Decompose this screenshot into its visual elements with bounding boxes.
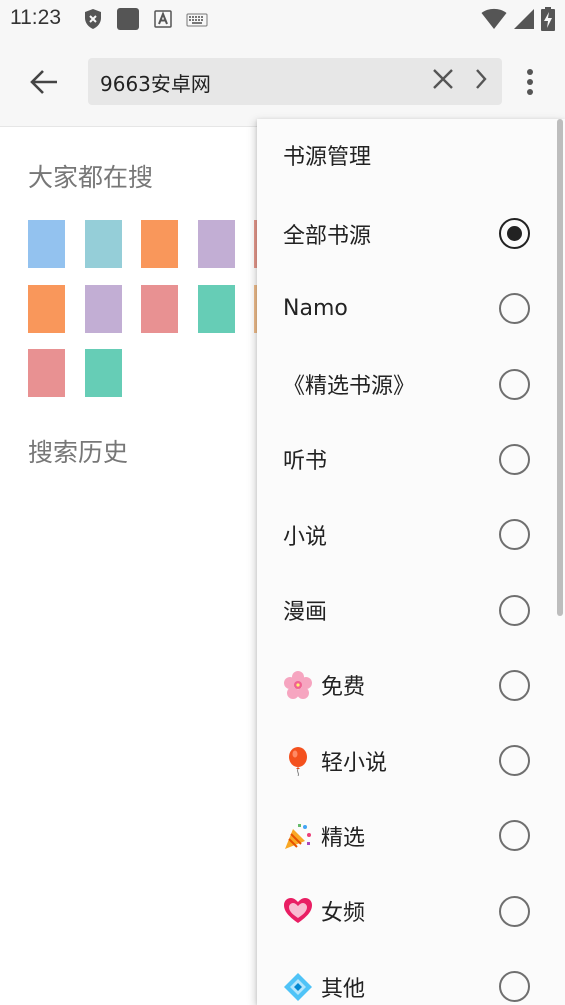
popular-search-tag[interactable] <box>141 285 178 333</box>
menu-item-label: 漫画 <box>283 573 327 648</box>
submit-search-button[interactable] <box>462 62 500 100</box>
menu-item-label: Namo <box>283 271 348 346</box>
popular-search-tag[interactable] <box>141 220 178 268</box>
top-app-bar <box>0 38 565 127</box>
status-bar: 11:23 <box>0 0 565 38</box>
menu-item-source[interactable]: 小说 <box>257 497 553 572</box>
back-button[interactable] <box>20 60 68 108</box>
square-app-icon <box>116 7 140 35</box>
menu-item-source[interactable]: Namo <box>257 271 553 346</box>
status-time: 11:23 <box>10 6 61 29</box>
menu-item-label: 免费 <box>283 648 365 723</box>
menu-item-label: 《精选书源》 <box>283 347 415 422</box>
radio-unchecked[interactable] <box>499 820 530 852</box>
popular-search-tag[interactable] <box>85 220 122 268</box>
close-icon <box>432 68 454 94</box>
radio-unchecked[interactable] <box>499 895 530 927</box>
menu-item-label: 听书 <box>283 422 327 497</box>
radio-checked[interactable] <box>499 218 530 249</box>
menu-item-label: 女频 <box>283 874 365 949</box>
menu-item-text: 全部书源 <box>283 223 372 249</box>
menu-item-text: 漫画 <box>283 600 328 625</box>
popular-search-tag[interactable] <box>85 285 122 333</box>
battery-charging-icon <box>541 7 555 35</box>
menu-item-label: 全部书源 <box>283 196 371 271</box>
menu-item-source[interactable]: 其他 <box>257 949 553 1005</box>
menu-item-source[interactable]: 《精选书源》 <box>257 347 553 422</box>
menu-item-source[interactable]: 精选 <box>257 798 553 873</box>
chevron-right-icon <box>474 68 488 94</box>
menu-item-source[interactable]: 免费 <box>257 648 553 723</box>
balloon-icon <box>283 746 313 776</box>
menu-item-label: 小说 <box>283 497 327 572</box>
radio-unchecked[interactable] <box>499 443 530 475</box>
search-input[interactable] <box>98 58 422 107</box>
menu-item-source[interactable]: 听书 <box>257 422 553 497</box>
menu-scrollbar[interactable] <box>557 119 563 616</box>
menu-item-source[interactable]: 女频 <box>257 874 553 949</box>
menu-item-source[interactable]: 全部书源 <box>257 196 553 271</box>
menu-item-label: 精选 <box>283 798 365 873</box>
popular-search-tag[interactable] <box>85 349 122 397</box>
radio-unchecked[interactable] <box>499 368 530 400</box>
search-screen: 11:23 9663安卓网 大家都在搜 搜索历史 书源管理 全部书源 Namo … <box>0 0 565 1005</box>
menu-item-source[interactable]: 漫画 <box>257 573 553 648</box>
party-popper-icon <box>283 821 313 851</box>
wifi-icon <box>481 8 507 34</box>
menu-item-text: 小说 <box>283 524 328 550</box>
menu-item-label: 轻小说 <box>283 723 387 798</box>
menu-item-label: 其他 <box>283 949 365 1005</box>
cherry-blossom-icon <box>283 670 313 700</box>
menu-header-label: 书源管理 <box>283 145 372 170</box>
radio-unchecked[interactable] <box>499 745 530 777</box>
menu-item-text: Namo <box>283 296 348 322</box>
search-history-title: 搜索历史 <box>28 438 129 467</box>
radio-unchecked[interactable] <box>499 519 530 551</box>
popular-search-tag[interactable] <box>28 220 65 268</box>
book-source-menu: 书源管理 全部书源 Namo 《精选书源》 听书小说漫画免费轻小说精选女频其他 <box>257 119 565 1005</box>
signal-icon <box>513 8 535 34</box>
radio-unchecked[interactable] <box>499 669 530 701</box>
menu-item-source-management[interactable]: 书源管理 <box>257 119 553 194</box>
menu-item-text: 女频 <box>321 901 366 927</box>
more-options-button[interactable] <box>510 60 550 108</box>
menu-item-text: 精选 <box>321 825 366 851</box>
more-vert-icon <box>526 68 534 100</box>
menu-item-text: 《精选书源》 <box>283 374 416 400</box>
popular-search-tag[interactable] <box>198 285 235 333</box>
radio-unchecked[interactable] <box>499 594 530 626</box>
font-a-icon <box>154 10 172 32</box>
shield-icon <box>84 8 102 34</box>
diamond-dot-icon <box>283 972 313 1002</box>
clear-search-button[interactable] <box>424 62 462 100</box>
menu-item-text: 轻小说 <box>321 750 388 776</box>
menu-item-text: 其他 <box>321 976 366 1002</box>
sparkling-heart-icon <box>283 896 313 926</box>
keyboard-icon <box>186 12 208 31</box>
popular-search-tag[interactable] <box>28 349 65 397</box>
radio-unchecked[interactable] <box>499 293 530 325</box>
popular-search-tag[interactable] <box>28 285 65 333</box>
menu-item-text: 免费 <box>321 675 366 701</box>
menu-item-text: 听书 <box>283 449 328 475</box>
search-box <box>88 58 502 107</box>
popular-searches-title: 大家都在搜 <box>28 163 154 192</box>
menu-item-source[interactable]: 轻小说 <box>257 723 553 798</box>
arrow-left-icon <box>30 69 58 99</box>
radio-unchecked[interactable] <box>499 971 530 1002</box>
popular-search-tag[interactable] <box>198 220 235 268</box>
